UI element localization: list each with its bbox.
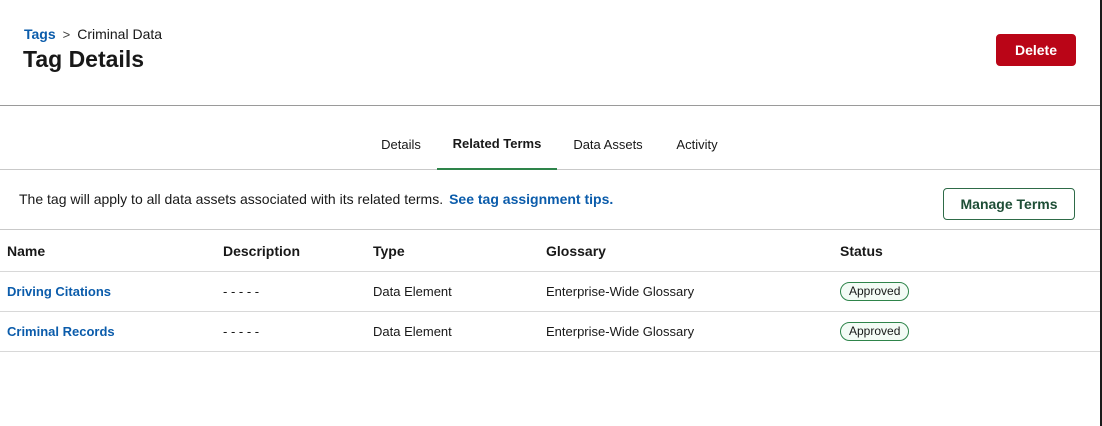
manage-terms-button[interactable]: Manage Terms (943, 188, 1075, 220)
term-link[interactable]: Criminal Records (7, 312, 115, 351)
breadcrumb: Tags > Criminal Data (24, 26, 162, 42)
page-header: Tags > Criminal Data Tag Details Delete (0, 0, 1100, 106)
breadcrumb-current: Criminal Data (77, 26, 163, 42)
breadcrumb-separator: > (62, 26, 71, 42)
breadcrumb-tags-link[interactable]: Tags (24, 26, 56, 42)
status-cell: Approved (840, 312, 910, 351)
status-cell: Approved (840, 272, 910, 311)
tag-assignment-tips-link[interactable]: See tag assignment tips. (449, 191, 613, 207)
status-badge: Approved (840, 322, 910, 341)
column-header-status[interactable]: Status (840, 231, 883, 271)
related-terms-table: Name Description Type Glossary Status Dr… (0, 231, 1100, 352)
info-text: The tag will apply to all data assets as… (19, 191, 444, 207)
tab-bar: Details Related Terms Data Assets Activi… (0, 128, 1100, 170)
tab-data-assets[interactable]: Data Assets (563, 128, 653, 170)
tab-details[interactable]: Details (369, 128, 433, 170)
info-message: The tag will apply to all data assets as… (19, 191, 613, 207)
term-link[interactable]: Driving Citations (7, 272, 111, 311)
page-title: Tag Details (23, 46, 144, 72)
info-bar: The tag will apply to all data assets as… (0, 170, 1100, 230)
term-glossary: Enterprise-Wide Glossary (546, 284, 695, 299)
term-description: - - - - - (223, 284, 260, 299)
delete-button[interactable]: Delete (996, 34, 1076, 66)
column-header-glossary[interactable]: Glossary (546, 231, 606, 271)
status-badge: Approved (840, 282, 910, 301)
term-glossary: Enterprise-Wide Glossary (546, 324, 695, 339)
tab-activity[interactable]: Activity (664, 128, 730, 170)
table-header-row: Name Description Type Glossary Status (0, 231, 1100, 272)
column-header-type[interactable]: Type (373, 231, 405, 271)
term-type: Data Element (373, 284, 452, 299)
tab-related-terms[interactable]: Related Terms (437, 128, 557, 170)
column-header-description[interactable]: Description (223, 231, 300, 271)
term-description: - - - - - (223, 324, 260, 339)
term-type: Data Element (373, 324, 452, 339)
table-row: Driving Citations - - - - - Data Element… (0, 272, 1100, 312)
column-header-name[interactable]: Name (7, 231, 45, 271)
table-row: Criminal Records - - - - - Data Element … (0, 312, 1100, 352)
